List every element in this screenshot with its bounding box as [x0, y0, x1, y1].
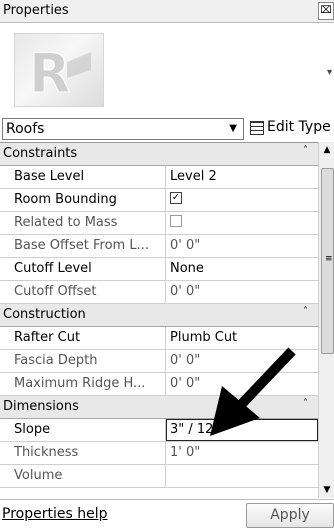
property-row-base-level[interactable]: Base Level Level 2 [0, 166, 318, 189]
property-name: Related to Mass [14, 215, 118, 230]
property-name: Room Bounding [14, 192, 117, 207]
group-header-dimensions[interactable]: Dimensions ˄ [0, 396, 318, 419]
room-bounding-checkbox[interactable]: ✓ [170, 192, 182, 204]
property-name: Thickness [14, 445, 79, 460]
property-value: 1' 0" [170, 445, 201, 460]
properties-scrollbar[interactable]: ▲ ≡ ▼ [318, 142, 334, 498]
property-row-room-bounding[interactable]: Room Bounding ✓ [0, 189, 318, 212]
collapse-icon[interactable]: ˄ [303, 145, 308, 156]
edit-type-label: Edit Type [267, 119, 331, 135]
type-selector-dropdown[interactable]: Roofs ▼ [2, 118, 244, 140]
property-name: Base Level [14, 169, 85, 184]
type-preview-area: R ▾ [0, 23, 334, 115]
type-selector-bar: Roofs ▼ Edit Type [0, 118, 334, 140]
property-value[interactable]: None [170, 261, 204, 276]
property-row-fascia-depth: Fascia Depth 0' 0" [0, 350, 318, 373]
property-name: Volume [14, 468, 63, 483]
property-value: 0' 0" [170, 353, 201, 368]
property-value: 0' 0" [170, 376, 201, 391]
scroll-down-icon[interactable]: ▼ [319, 482, 334, 498]
edit-type-icon [250, 121, 264, 135]
svg-text:R: R [29, 44, 71, 98]
property-value[interactable]: Plumb Cut [170, 330, 237, 345]
property-name: Slope [14, 422, 51, 437]
property-value: 0' 0" [170, 284, 201, 299]
property-name: Fascia Depth [14, 353, 98, 368]
group-title: Construction [3, 307, 86, 322]
property-name: Cutoff Offset [14, 284, 97, 299]
group-header-construction[interactable]: Construction ˄ [0, 304, 318, 327]
group-header-constraints[interactable]: Constraints ˄ [0, 143, 318, 166]
properties-titlebar: Properties ⌧ [0, 0, 334, 23]
properties-footer: Properties help Apply [0, 499, 334, 530]
property-row-cutoff-offset: Cutoff Offset 0' 0" [0, 281, 318, 304]
group-title: Dimensions [3, 399, 79, 414]
related-to-mass-checkbox [170, 215, 182, 227]
property-value[interactable]: 3" / 12" [170, 422, 219, 437]
property-value: 0' 0" [170, 238, 201, 253]
property-value[interactable]: Level 2 [170, 169, 217, 184]
dropdown-arrow-icon: ▼ [229, 123, 237, 134]
group-title: Constraints [3, 146, 78, 161]
chevron-down-icon[interactable]: ▾ [327, 67, 332, 78]
type-selector-value: Roofs [6, 121, 45, 137]
revit-family-thumbnail-icon: R [14, 33, 104, 107]
property-row-slope[interactable]: Slope 3" / 12" [0, 419, 318, 442]
property-row-thickness: Thickness 1' 0" [0, 442, 318, 465]
close-icon[interactable]: ⌧ [318, 2, 334, 20]
scrollbar-thumb[interactable]: ≡ [321, 168, 334, 354]
scroll-up-icon[interactable]: ▲ [319, 142, 334, 158]
edit-type-button[interactable]: Edit Type [248, 118, 334, 138]
property-name: Rafter Cut [14, 330, 81, 345]
property-row-rafter-cut[interactable]: Rafter Cut Plumb Cut [0, 327, 318, 350]
collapse-icon[interactable]: ˄ [303, 398, 308, 409]
property-row-maximum-ridge-height: Maximum Ridge H... 0' 0" [0, 373, 318, 396]
property-row-volume: Volume [0, 465, 318, 488]
apply-button[interactable]: Apply [246, 503, 334, 528]
property-row-related-to-mass: Related to Mass [0, 212, 318, 235]
properties-grid: Constraints ˄ Base Level Level 2 Room Bo… [0, 142, 318, 499]
slope-input[interactable]: 3" / 12" [166, 419, 318, 441]
property-name: Cutoff Level [14, 261, 92, 276]
property-name: Maximum Ridge H... [14, 376, 146, 391]
scrollbar-grip-icon: ≡ [325, 254, 333, 264]
property-name: Base Offset From L... [14, 238, 149, 253]
property-row-base-offset: Base Offset From L... 0' 0" [0, 235, 318, 258]
window-title: Properties [3, 3, 69, 18]
properties-help-link[interactable]: Properties help [2, 506, 107, 522]
collapse-icon[interactable]: ˄ [303, 306, 308, 317]
property-row-cutoff-level[interactable]: Cutoff Level None [0, 258, 318, 281]
